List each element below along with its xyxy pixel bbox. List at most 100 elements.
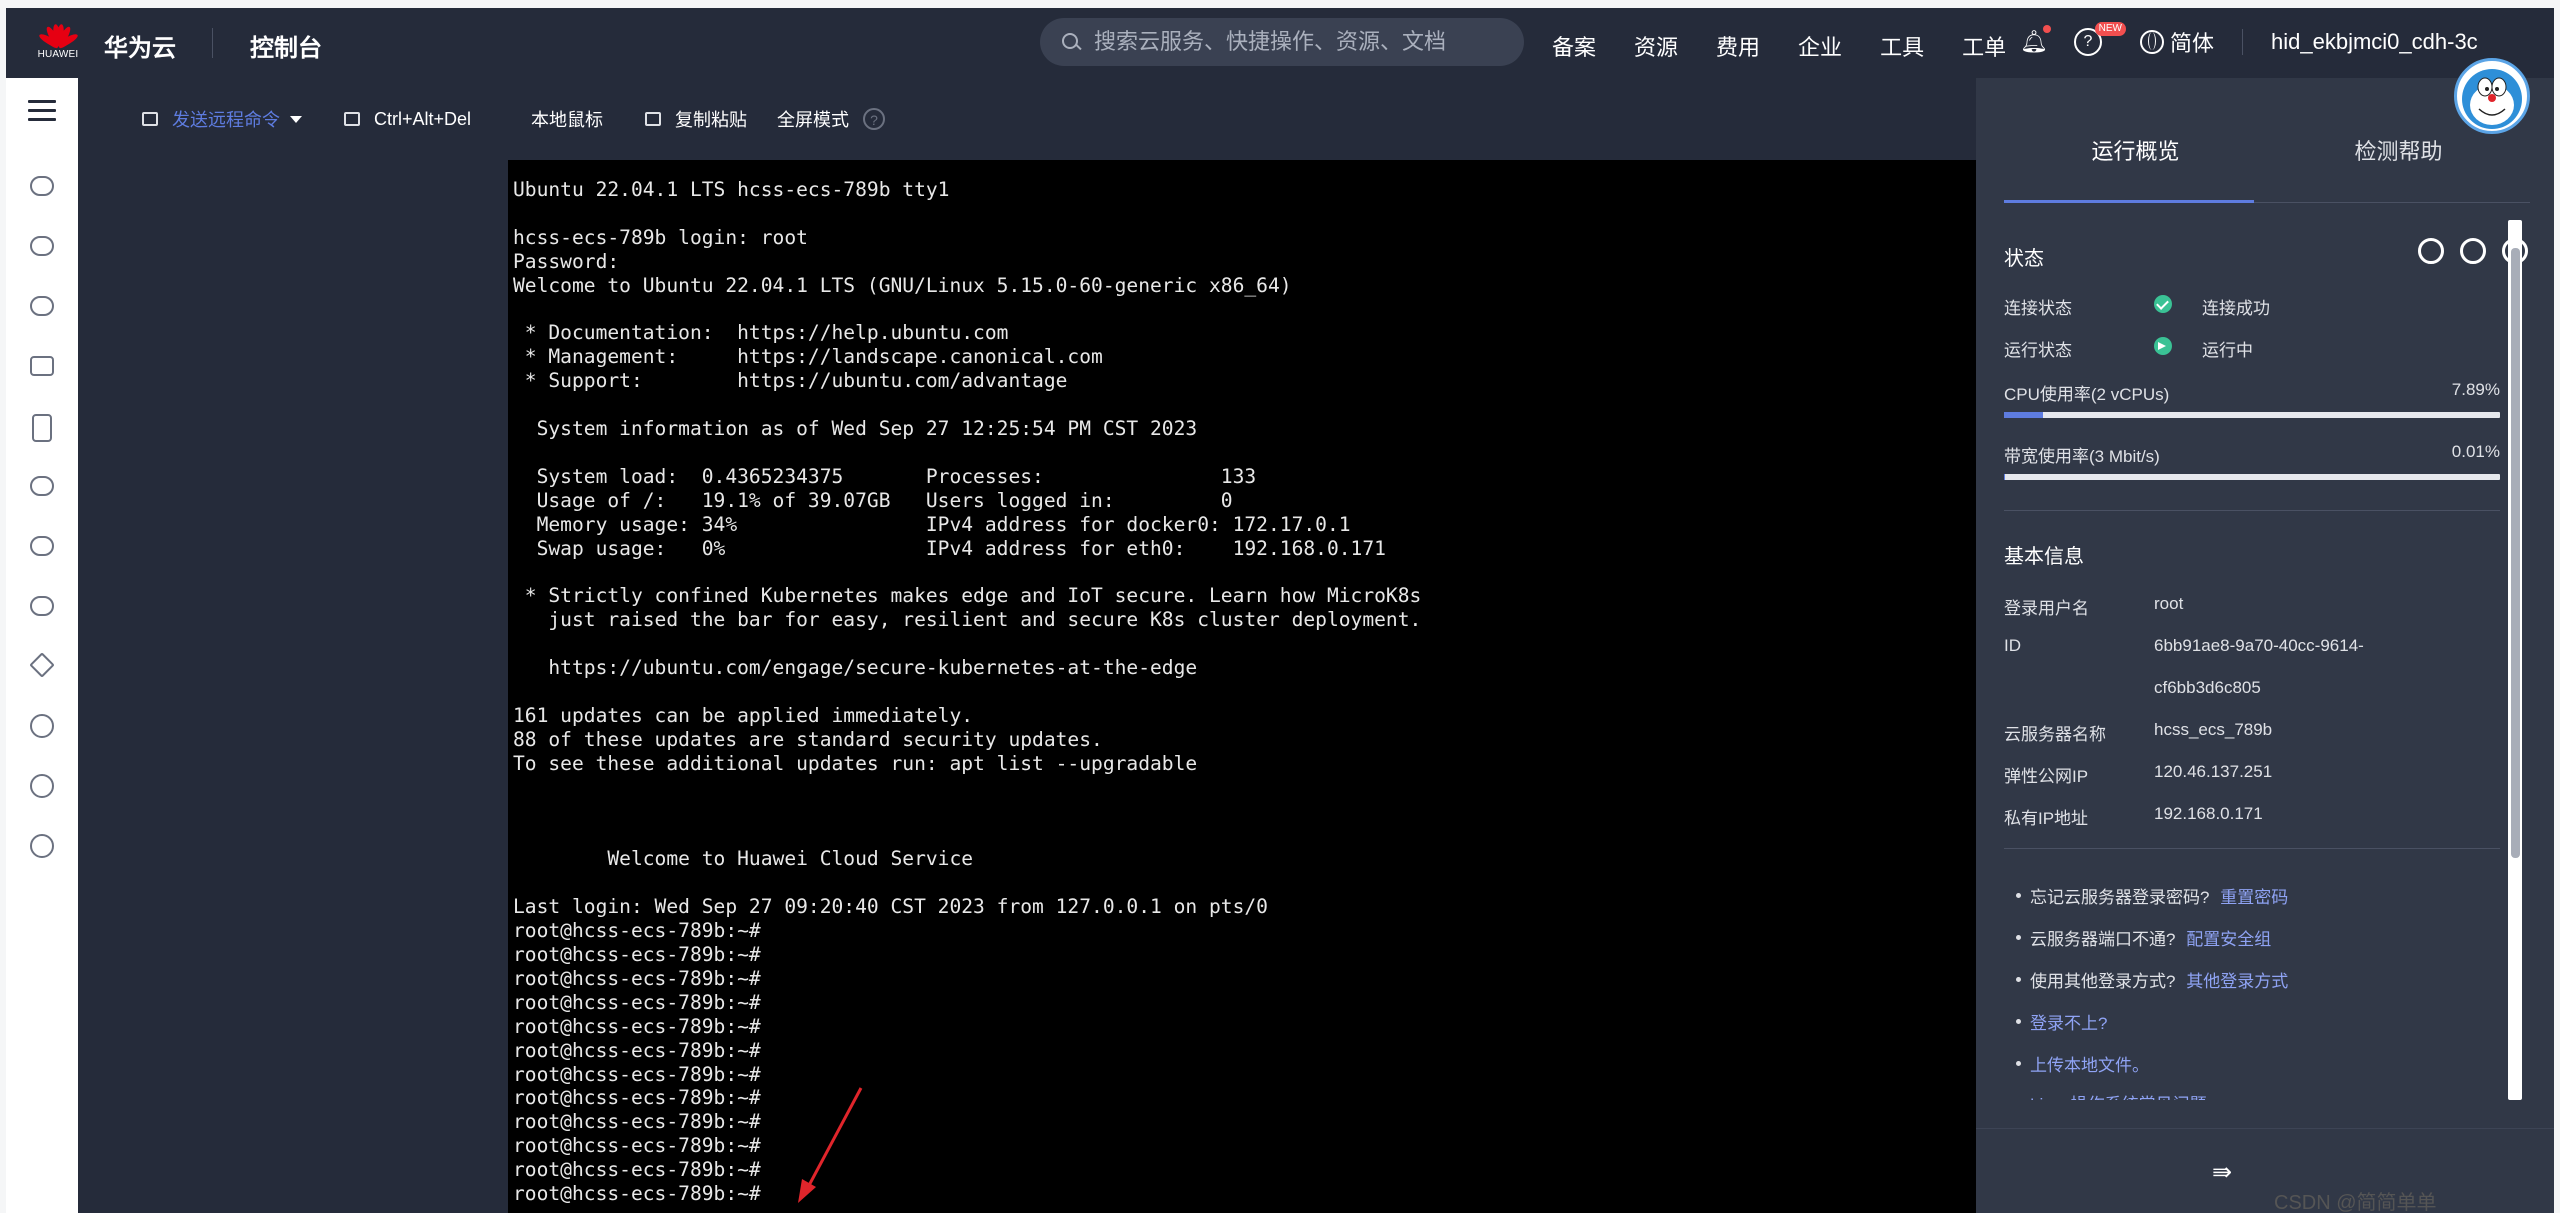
reset-password-link[interactable]: 重置密码 xyxy=(2220,888,2288,907)
tab-overview[interactable]: 运行概览 xyxy=(2004,134,2267,176)
linux-faq-link[interactable]: Linux操作系统常见问题 xyxy=(2030,1090,2207,1100)
top-bar: HUAWEI 华为云 控制台 备案 资源 费用 企业 工具 工单 >_ 🔔︎ ?… xyxy=(6,8,2554,202)
divider xyxy=(2004,848,2500,849)
other-login-link[interactable]: 其他登录方式 xyxy=(2186,972,2288,991)
basic-info-title: 基本信息 xyxy=(2004,546,2084,568)
avatar[interactable] xyxy=(2454,58,2530,134)
play-circle-icon xyxy=(2154,337,2172,355)
ctrl-alt-del-button[interactable]: Ctrl+Alt+Del xyxy=(344,109,471,130)
cluster-icon[interactable] xyxy=(30,774,54,798)
tab-diagnostics[interactable]: 检测帮助 xyxy=(2267,134,2530,176)
local-mouse-label: 本地鼠标 xyxy=(531,110,604,130)
global-search[interactable] xyxy=(1040,18,1524,66)
search-input[interactable] xyxy=(1092,28,1496,56)
send-remote-command[interactable]: 发送远程命令 xyxy=(142,106,302,132)
huawei-logo-icon xyxy=(37,18,80,50)
nav-billing[interactable]: 费用 xyxy=(1716,30,1760,62)
cloud-server-icon[interactable] xyxy=(30,176,54,196)
help-item-login-method: 使用其他登录方式? 其他登录方式 xyxy=(2030,967,2288,992)
deploy-icon[interactable] xyxy=(29,652,55,678)
fullscreen-button[interactable]: 全屏模式 ? xyxy=(777,106,886,132)
collapse-panel-icon[interactable]: ⇛ xyxy=(2212,1158,2232,1187)
side-panel: 运行概览 检测帮助 状态 连接状态 连接成功 运行状态 运行中 CPU使用率(2… xyxy=(1976,78,2554,1213)
nav-tools[interactable]: 工具 xyxy=(1880,30,1924,62)
cloud-icon[interactable] xyxy=(30,236,54,256)
network-icon[interactable] xyxy=(30,356,54,376)
huawei-logo[interactable]: HUAWEI xyxy=(36,18,80,70)
help-text: 使用其他登录方式? xyxy=(2030,972,2176,991)
remote-toolbar: 发送远程命令 Ctrl+Alt+Del 本地鼠标 复制粘贴 全屏模式 ? xyxy=(78,78,1976,160)
running-value: 运行中 xyxy=(2202,341,2253,360)
running-label: 运行状态 xyxy=(2004,341,2072,360)
divider xyxy=(1976,1128,2554,1129)
bullet xyxy=(2016,893,2021,898)
user-account[interactable]: hid_ekbjmci0_cdh-3c xyxy=(2271,29,2478,55)
local-mouse-button[interactable]: 本地鼠标 xyxy=(531,106,603,132)
logo-text: HUAWEI xyxy=(37,49,79,60)
check-circle-icon xyxy=(2154,295,2172,313)
nav-resources[interactable]: 资源 xyxy=(1634,30,1678,62)
active-tab-indicator xyxy=(2004,200,2254,203)
search-icon xyxy=(1062,33,1080,51)
doraemon-avatar-icon xyxy=(2462,69,2522,129)
bell-icon[interactable]: 🔔︎ xyxy=(2020,25,2051,56)
clipboard-icon xyxy=(645,112,662,126)
public-ip-label: 弹性公网IP xyxy=(2004,767,2089,786)
server-name-label: 云服务器名称 xyxy=(2004,725,2106,744)
cloud-sync-icon[interactable] xyxy=(30,596,54,616)
top-icons: >_ 🔔︎ ?NEW 简体 hid_ekbjmci0_cdh-3c xyxy=(2020,22,2548,202)
cloud-storage-icon[interactable] xyxy=(30,296,54,316)
language-label: 简体 xyxy=(2170,31,2215,56)
language-switch[interactable]: 简体 xyxy=(2140,26,2214,58)
device-icon[interactable] xyxy=(32,414,52,442)
security-group-link[interactable]: 配置安全组 xyxy=(2186,930,2271,949)
cpu-value: 7.89% xyxy=(2451,380,2500,399)
help-text: 忘记云服务器登录密码? xyxy=(2030,888,2210,907)
web-icon[interactable] xyxy=(30,834,54,858)
terminal-output: Ubuntu 22.04.1 LTS hcss-ecs-789b tty1 hc… xyxy=(513,178,1422,1206)
brand-name[interactable]: 华为云 xyxy=(104,28,176,63)
bandwidth-label: 带宽使用率(3 Mbit/s) xyxy=(2004,447,2160,466)
ctrl-alt-del-label: Ctrl+Alt+Del xyxy=(374,108,472,129)
console-link[interactable]: 控制台 xyxy=(250,28,322,63)
cloud-layer-icon[interactable] xyxy=(30,476,54,496)
ip-icon[interactable] xyxy=(30,714,54,738)
login-user-label: 登录用户名 xyxy=(2004,599,2089,618)
help-icon[interactable]: ? xyxy=(863,108,886,130)
id-value-line2: cf6bb3d6c805 xyxy=(2154,678,2261,697)
help-icon[interactable]: ? NEW xyxy=(2074,22,2126,56)
help-text: 云服务器端口不通? xyxy=(2030,930,2176,949)
upload-file-link[interactable]: 上传本地文件。 xyxy=(2030,1051,2149,1076)
terminal-screen[interactable]: Ubuntu 22.04.1 LTS hcss-ecs-789b tty1 hc… xyxy=(508,160,1976,1213)
monitor-icon xyxy=(344,112,360,126)
bullet xyxy=(2016,977,2021,982)
private-ip-label: 私有IP地址 xyxy=(2004,809,2089,828)
private-ip-value: 192.168.0.171 xyxy=(2154,804,2263,823)
fullscreen-label: 全屏模式 xyxy=(777,110,850,130)
cloud-upload-icon[interactable] xyxy=(30,536,54,556)
menu-icon[interactable] xyxy=(28,100,56,122)
copy-paste-button[interactable]: 复制粘贴 xyxy=(645,106,747,132)
divider xyxy=(2004,510,2500,511)
scrollbar-thumb[interactable] xyxy=(2511,248,2520,858)
nav-enterprise[interactable]: 企业 xyxy=(1798,30,1842,62)
service-sidebar xyxy=(6,78,78,1213)
nav-tickets[interactable]: 工单 xyxy=(1962,30,2006,62)
cpu-label: CPU使用率(2 vCPUs) xyxy=(2004,385,2170,404)
nav-filing[interactable]: 备案 xyxy=(1552,30,1596,62)
help-item-port: 云服务器端口不通? 配置安全组 xyxy=(2030,925,2271,950)
status-title: 状态 xyxy=(2004,248,2044,270)
bullet xyxy=(2016,1019,2021,1024)
help-item-password: 忘记云服务器登录密码? 重置密码 xyxy=(2030,883,2288,908)
cannot-login-link[interactable]: 登录不上? xyxy=(2030,1009,2107,1034)
top-nav: 备案 资源 费用 企业 工具 工单 xyxy=(1552,30,2044,62)
notification-dot xyxy=(2043,25,2051,33)
watermark: CSDN @简简单单OnlineZuozuo xyxy=(2274,1192,2437,1213)
power-icon[interactable] xyxy=(2418,238,2444,264)
bandwidth-value: 0.01% xyxy=(2451,442,2500,461)
login-user-value: root xyxy=(2154,594,2184,613)
sync-icon[interactable] xyxy=(2460,238,2486,264)
new-badge: NEW xyxy=(2094,22,2126,36)
bandwidth-usage-bar xyxy=(2004,474,2500,480)
chevron-down-icon xyxy=(290,115,302,123)
